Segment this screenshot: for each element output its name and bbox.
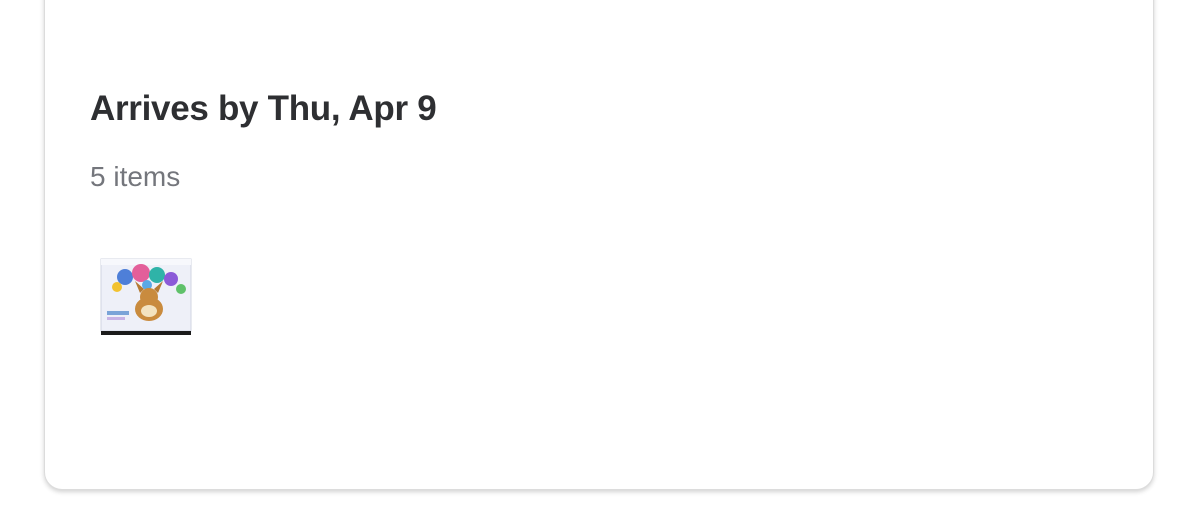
item-count: 5 items xyxy=(90,161,181,192)
delivery-card: Arrives by Thu, Apr 9 5 items xyxy=(44,0,1154,490)
delivery-date-heading: Arrives by Thu, Apr 9 xyxy=(90,89,437,128)
product-thumbnail[interactable] xyxy=(97,251,195,339)
